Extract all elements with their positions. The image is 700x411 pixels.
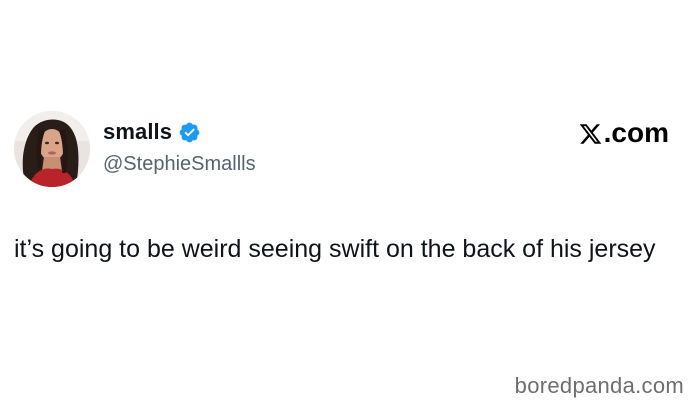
x-logo-icon <box>578 121 603 145</box>
tweet-card: smalls @StephieSmallls .com it’s going t… <box>0 0 700 411</box>
x-brand-logo: .com <box>578 117 669 149</box>
author-name-row: smalls <box>103 118 201 146</box>
watermark: boredpanda.com <box>514 373 684 398</box>
avatar-photo <box>14 111 90 187</box>
tweet-text: it’s going to be weird seeing swift on t… <box>14 235 656 263</box>
verified-badge-icon <box>178 121 201 144</box>
author-handle[interactable]: @StephieSmallls <box>103 151 256 177</box>
avatar[interactable] <box>14 111 90 187</box>
x-site-suffix: .com <box>603 117 669 148</box>
display-name[interactable]: smalls <box>103 118 172 146</box>
